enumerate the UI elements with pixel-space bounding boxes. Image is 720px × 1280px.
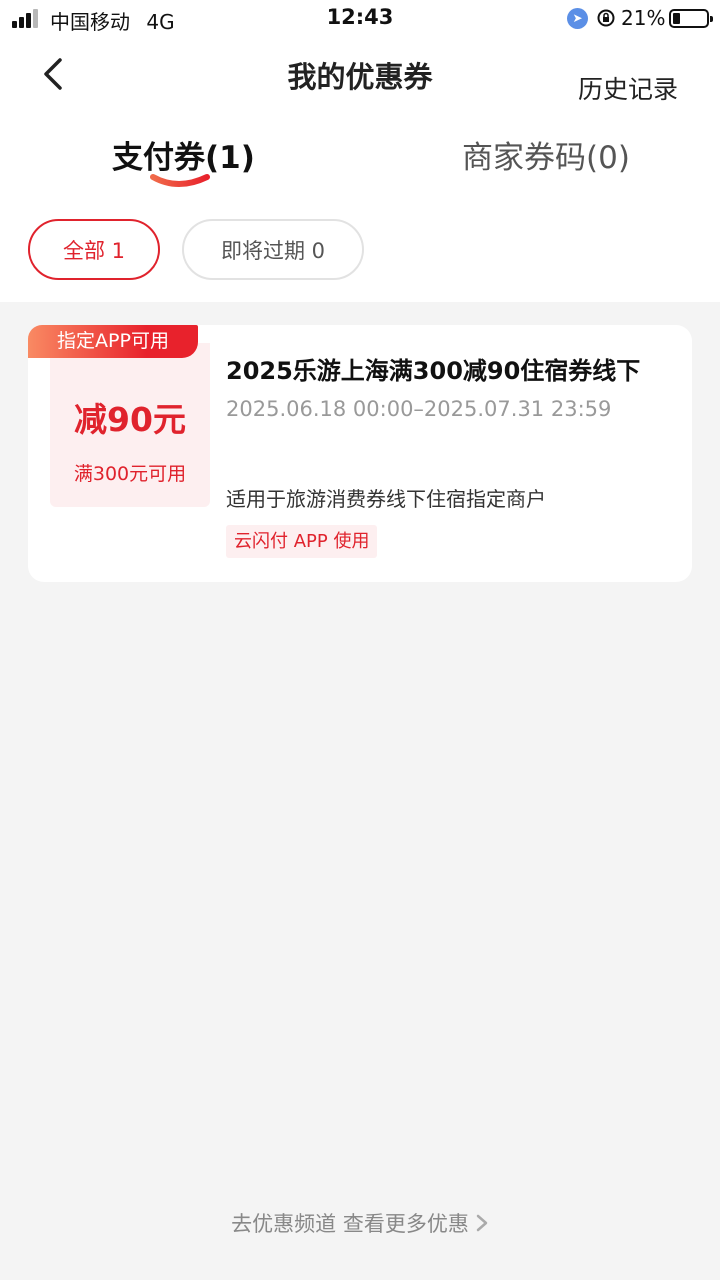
tab-payment-coupons[interactable]: 支付券(1): [112, 132, 255, 177]
carrier-label: 中国移动 4G: [50, 6, 175, 35]
coupon-value-panel: 减90元 满300元可用: [50, 343, 210, 507]
coupon-validity: 2025.06.18 00:00–2025.07.31 23:59: [226, 397, 612, 421]
more-offers-label: 去优惠频道 查看更多优惠: [231, 1212, 469, 1236]
coupon-title: 2025乐游上海满300减90住宿券线下: [226, 357, 641, 385]
tab-merchant-codes[interactable]: 商家券码(0): [462, 132, 630, 177]
discount-condition: 满300元可用: [73, 463, 187, 485]
network-type: 4G: [146, 10, 175, 34]
more-offers-link[interactable]: 去优惠频道 查看更多优惠: [0, 1208, 720, 1238]
battery-percent: 21%: [621, 6, 666, 30]
discount-amount: 减90元: [74, 400, 186, 439]
coupon-description: 适用于旅游消费券线下住宿指定商户: [226, 487, 546, 511]
orientation-lock-icon: [597, 9, 615, 27]
clock: 12:43: [326, 5, 394, 29]
location-icon: ➤: [567, 8, 588, 29]
coupon-card[interactable]: 减90元 满300元可用 指定APP可用 2025乐游上海满300减90住宿券线…: [28, 325, 692, 582]
status-bar: 中国移动 4G 12:43 ➤ 21%: [0, 0, 720, 38]
carrier-name: 中国移动: [50, 10, 130, 34]
page-title: 我的优惠券: [287, 60, 433, 94]
filter-all-button[interactable]: 全部 1: [28, 219, 160, 280]
back-icon[interactable]: [38, 54, 74, 94]
active-tab-indicator: [150, 174, 210, 187]
battery-icon: [669, 9, 713, 28]
chevron-right-icon: [476, 1214, 488, 1232]
usage-channel-badge: 云闪付 APP 使用: [226, 525, 378, 558]
app-only-tag: 指定APP可用: [28, 325, 198, 358]
signal-icon: [12, 8, 42, 28]
history-button[interactable]: 历史记录: [578, 70, 678, 106]
filter-expiring-button[interactable]: 即将过期 0: [182, 219, 364, 280]
